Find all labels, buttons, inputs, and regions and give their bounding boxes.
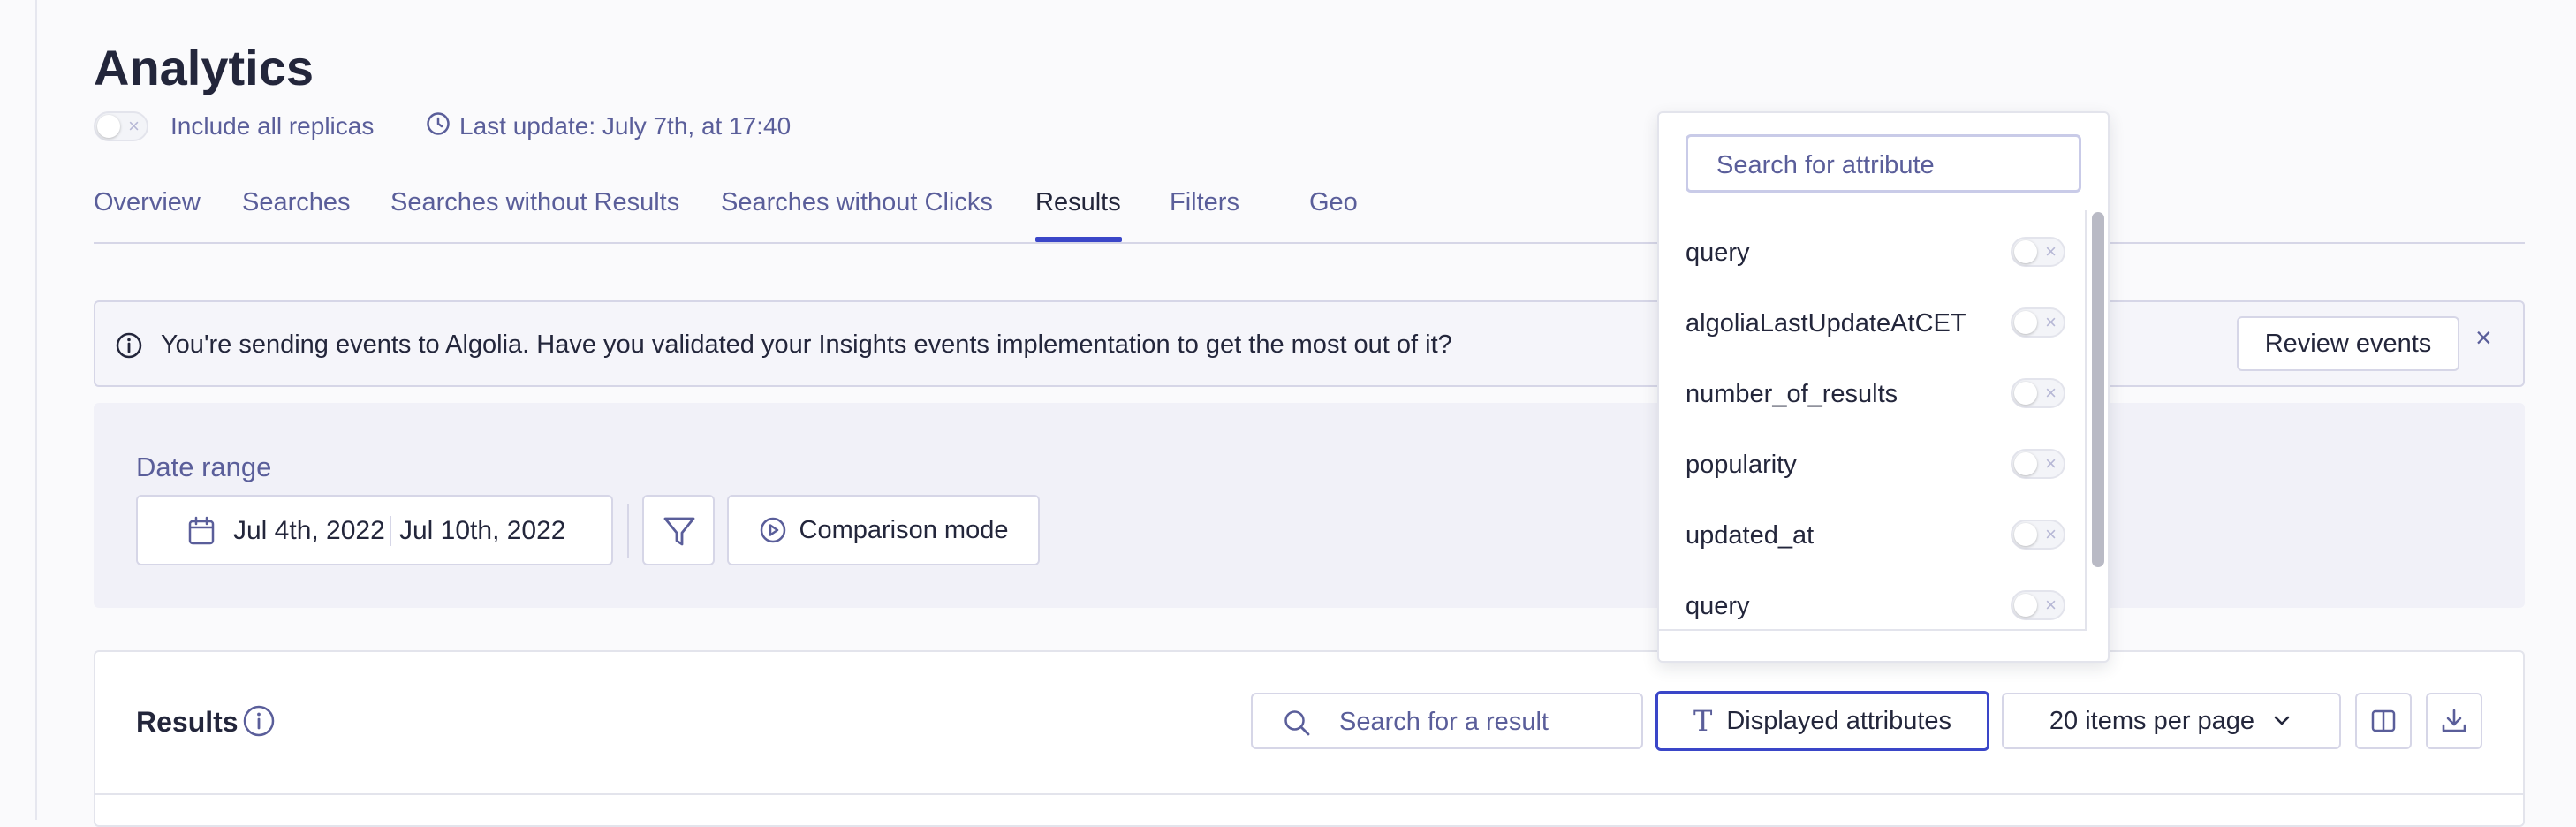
tab-searches[interactable]: Searches <box>242 184 351 221</box>
items-per-page-select[interactable]: 20 items per page <box>2002 693 2341 749</box>
items-per-page-label: 20 items per page <box>2049 706 2255 735</box>
analytics-tabs: Overview Searches Searches without Resul… <box>94 184 2525 244</box>
tab-geo[interactable]: Geo <box>1309 184 1358 221</box>
search-result-field[interactable] <box>1251 693 1643 749</box>
results-title: Results <box>136 706 239 738</box>
tab-searches-without-clicks[interactable]: Searches without Clicks <box>721 184 993 221</box>
review-events-button[interactable]: Review events <box>2237 316 2459 371</box>
comparison-mode-button[interactable]: Comparison mode <box>727 495 1040 565</box>
attribute-row: updated_at × <box>1686 518 2065 553</box>
chevron-down-icon <box>2274 716 2290 725</box>
attribute-name: algoliaLastUpdateAtCET <box>1686 309 1966 338</box>
search-result-input[interactable] <box>1337 705 1624 739</box>
last-update-text: Last update: July 7th, at 17:40 <box>459 112 792 140</box>
toggle-knob <box>97 115 120 138</box>
attribute-name: number_of_results <box>1686 380 1898 408</box>
download-button[interactable] <box>2426 693 2482 749</box>
toggle-off-icon: × <box>2045 452 2057 474</box>
play-circle-icon <box>760 517 785 543</box>
attribute-toggle[interactable]: × <box>2011 449 2065 479</box>
toggle-knob <box>2014 452 2037 475</box>
info-icon <box>116 332 142 359</box>
banner-text: You're sending events to Algolia. Have y… <box>161 330 1452 359</box>
toggle-off-icon: × <box>128 115 140 137</box>
attribute-toggle[interactable]: × <box>2011 378 2065 408</box>
divider <box>627 504 629 558</box>
download-icon <box>2442 709 2466 732</box>
left-rail <box>0 0 37 820</box>
attribute-row: number_of_results × <box>1686 376 2065 412</box>
filter-icon <box>663 517 695 546</box>
include-replicas-toggle[interactable]: × <box>94 111 148 141</box>
results-header-divider <box>95 793 2523 795</box>
insights-banner: You're sending events to Algolia. Have y… <box>94 300 2525 387</box>
tab-filters[interactable]: Filters <box>1170 184 1239 221</box>
calendar-icon <box>188 516 215 545</box>
attribute-name: query <box>1686 592 1750 620</box>
comparison-mode-label: Comparison mode <box>799 515 1009 544</box>
toggle-off-icon: × <box>2045 594 2057 616</box>
clock-icon <box>427 112 450 135</box>
attribute-toggle[interactable]: × <box>2011 237 2065 267</box>
attribute-toggle[interactable]: × <box>2011 590 2065 620</box>
attribute-search-field[interactable] <box>1686 134 2081 193</box>
date-start: Jul 4th, 2022 <box>233 516 385 545</box>
info-icon[interactable] <box>242 704 276 738</box>
toggle-knob <box>2014 594 2037 617</box>
attribute-row: popularity × <box>1686 447 2065 482</box>
tab-searches-without-results[interactable]: Searches without Results <box>390 184 679 221</box>
toggle-off-icon: × <box>2045 523 2057 545</box>
attribute-toggle[interactable]: × <box>2011 520 2065 550</box>
attribute-search-input[interactable] <box>1715 149 2054 181</box>
attribute-list-scrollbar[interactable] <box>2092 212 2104 567</box>
toggle-knob <box>2014 523 2037 546</box>
attribute-name: updated_at <box>1686 521 1815 550</box>
attribute-toggle[interactable]: × <box>2011 307 2065 338</box>
displayed-attributes-dropdown: query × algoliaLastUpdateAtCET × number_… <box>1657 111 2110 663</box>
attribute-name: query <box>1686 239 1750 267</box>
active-tab-indicator <box>1035 237 1122 242</box>
displayed-attributes-button[interactable]: T Displayed attributes <box>1655 691 1989 751</box>
text-icon: T <box>1693 704 1713 738</box>
tab-overview[interactable]: Overview <box>94 184 201 221</box>
close-icon[interactable]: × <box>2475 320 2492 355</box>
displayed-attributes-label: Displayed attributes <box>1726 706 1952 735</box>
columns-icon <box>2371 709 2396 732</box>
date-separator <box>390 516 391 546</box>
attribute-row: query × <box>1686 235 2065 270</box>
toggle-off-icon: × <box>2045 311 2057 333</box>
attribute-name: popularity <box>1686 451 1797 479</box>
attribute-row: query × <box>1686 588 2065 624</box>
columns-button[interactable] <box>2355 693 2412 749</box>
tab-results[interactable]: Results <box>1035 184 1121 221</box>
page-title: Analytics <box>94 40 314 95</box>
include-replicas-label: Include all replicas <box>170 112 375 140</box>
date-range-picker[interactable]: Jul 4th, 2022 Jul 10th, 2022 <box>136 495 613 565</box>
date-range-label: Date range <box>136 451 272 482</box>
toggle-knob <box>2014 382 2037 405</box>
attribute-row: algoliaLastUpdateAtCET × <box>1686 306 2065 341</box>
search-icon <box>1284 710 1310 736</box>
toggle-knob <box>2014 240 2037 263</box>
date-end: Jul 10th, 2022 <box>399 516 566 545</box>
toggle-off-icon: × <box>2045 382 2057 404</box>
filter-button[interactable] <box>642 495 715 565</box>
toggle-knob <box>2014 311 2037 334</box>
toggle-off-icon: × <box>2045 240 2057 262</box>
attribute-list: query × algoliaLastUpdateAtCET × number_… <box>1659 210 2087 631</box>
